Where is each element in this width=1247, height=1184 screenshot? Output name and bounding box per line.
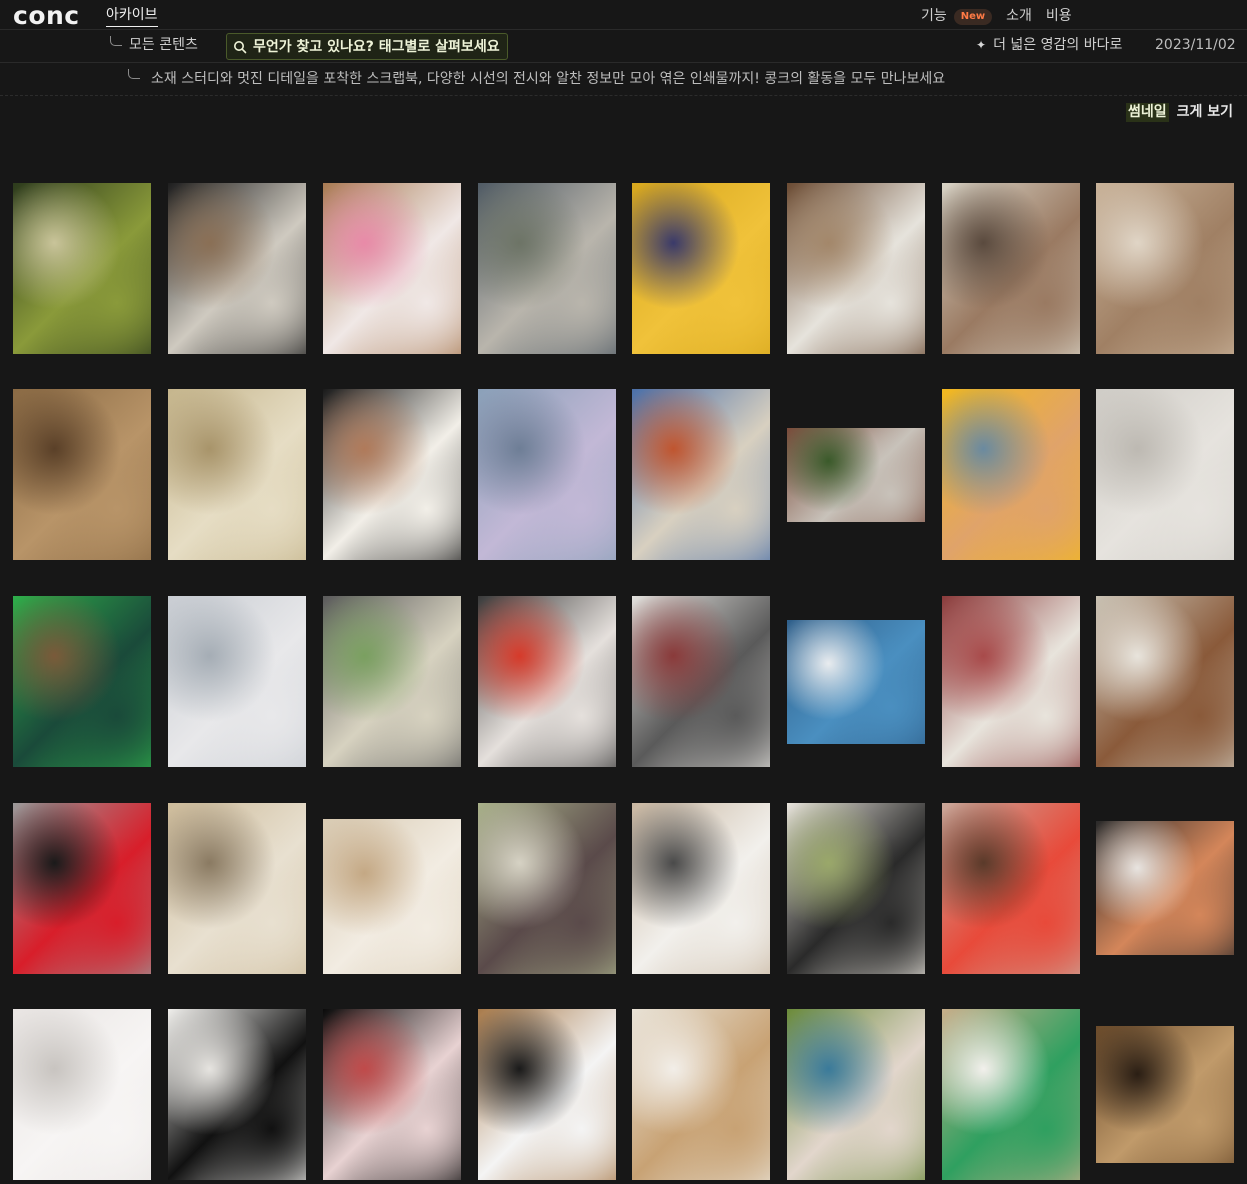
thumbnail-beige-swatches[interactable]	[168, 389, 306, 560]
thumbnail-carpet-swatches[interactable]	[13, 183, 151, 354]
search-icon	[234, 40, 247, 53]
thumbnail-pastel-strips[interactable]	[478, 803, 616, 974]
thumbnail-magnifier-poster[interactable]	[787, 803, 925, 974]
thumbnail-blue-paint-texture[interactable]	[632, 389, 770, 560]
thumbnail-color-chips[interactable]	[942, 803, 1080, 974]
thumbnail-perforated-panel[interactable]	[1096, 389, 1234, 560]
thumbnail-broken-stone[interactable]	[1096, 596, 1234, 767]
thumbnail-black-white-foam[interactable]	[323, 389, 461, 560]
thumbnail-bamboo[interactable]	[1096, 1026, 1234, 1163]
thumbnail-stone-samples[interactable]	[168, 183, 306, 354]
view-toggle: 썸네일 크게 보기	[1126, 103, 1233, 122]
tag-search-box[interactable]	[226, 33, 508, 60]
thumbnail-fan-cardboard[interactable]	[632, 803, 770, 974]
thumbnail-packaging-fabric[interactable]	[478, 596, 616, 767]
thumbnail-resin-blocks[interactable]	[168, 803, 306, 974]
ocean-link[interactable]: ✦ 더 넓은 영감의 바다로	[976, 37, 1122, 54]
sparkle-icon: ✦	[976, 38, 987, 52]
sub-navigation: 모든 콘텐츠 ✦ 더 넓은 영감의 바다로 2023/11/02	[0, 30, 1247, 63]
thumbnail-brick-building[interactable]	[787, 428, 925, 522]
all-content-link[interactable]: 모든 콘텐츠	[129, 37, 198, 54]
thumbnail-green-fabrics[interactable]	[13, 596, 151, 767]
nav-features[interactable]: 기능	[921, 8, 947, 25]
thumbnail-office-glass[interactable]	[168, 596, 306, 767]
search-input[interactable]	[253, 38, 503, 55]
thumbnail-mobile-sculpture[interactable]	[13, 803, 151, 974]
thumbnail-stacked-layers[interactable]	[942, 183, 1080, 354]
thumbnail-pearl-tile[interactable]	[13, 1009, 151, 1180]
thumbnail-felt-stripe[interactable]	[168, 1009, 306, 1180]
thumbnail-yellow-tray-paint[interactable]	[632, 183, 770, 354]
thumbnail-beige-cup[interactable]	[1096, 183, 1234, 354]
nav-about[interactable]: 소개	[1006, 8, 1032, 25]
ocean-link-label: 더 넓은 영감의 바다로	[993, 37, 1123, 53]
top-navigation: conc 아카이브 기능 New 소개 비용	[0, 0, 1247, 30]
description-row: 소재 스터디와 멋진 디테일을 포착한 스크랩북, 다양한 시선의 전시와 알찬…	[0, 63, 1247, 96]
thumbnail-floral-samples[interactable]	[323, 596, 461, 767]
logo[interactable]: conc	[13, 1, 80, 31]
large-view-button[interactable]: 크게 보기	[1177, 103, 1233, 122]
thumbnail-pebbles[interactable]	[632, 596, 770, 767]
thumbnail-textured-block[interactable]	[323, 819, 461, 974]
thumbnail-view-button[interactable]: 썸네일	[1126, 103, 1169, 122]
thumbnail-illustrated-book[interactable]	[478, 1009, 616, 1180]
nav-pricing[interactable]: 비용	[1046, 8, 1072, 25]
thumbnail-hands-craft[interactable]	[323, 183, 461, 354]
thumbnail-iridescent-sheet[interactable]	[478, 389, 616, 560]
branch-line-icon	[110, 36, 122, 46]
thumbnail-led-cube[interactable]	[323, 1009, 461, 1180]
new-badge: New	[953, 8, 993, 25]
top-right-nav: 기능 New 소개 비용	[921, 8, 1072, 25]
nav-archive[interactable]: 아카이브	[106, 7, 158, 27]
archive-description: 소재 스터디와 멋진 디테일을 포착한 스크랩북, 다양한 시선의 전시와 알찬…	[151, 71, 946, 87]
branch-line-icon	[128, 69, 140, 79]
thumbnail-red-lotus-plate[interactable]	[942, 596, 1080, 767]
thumbnail-stacked-foam[interactable]	[1096, 821, 1234, 955]
thumbnail-kraft-bag[interactable]	[942, 1009, 1080, 1180]
thumbnail-cork-toilet[interactable]	[632, 1009, 770, 1180]
thumbnail-textured-panels[interactable]	[478, 183, 616, 354]
current-date: 2023/11/02	[1155, 37, 1236, 53]
thumbnail-cork-corner[interactable]	[13, 389, 151, 560]
thumbnail-blue-textile[interactable]	[787, 620, 925, 744]
thumbnail-tile-grid[interactable]	[787, 183, 925, 354]
thumbnail-terrazzo-samples[interactable]	[787, 1009, 925, 1180]
thumbnail-yellow-gel[interactable]	[942, 389, 1080, 560]
